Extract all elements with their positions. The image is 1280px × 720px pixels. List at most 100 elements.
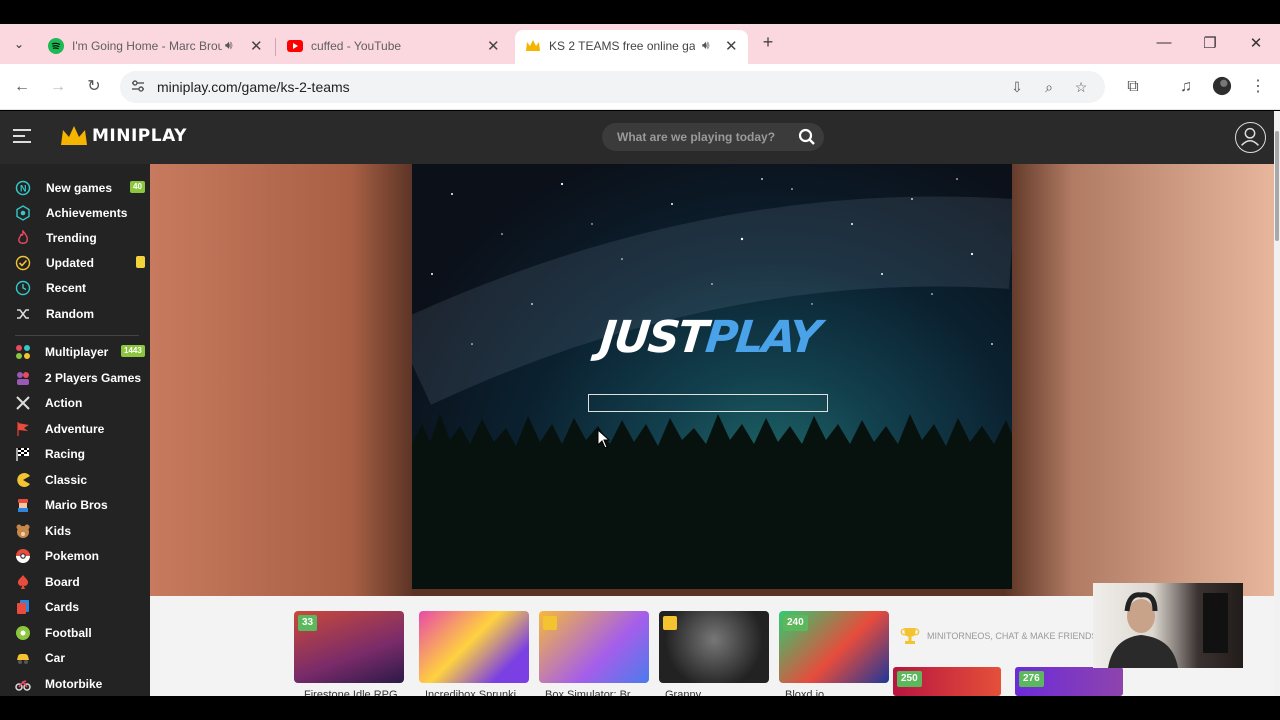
sidebar-item-trending[interactable]: Trending <box>0 227 150 251</box>
game-canvas[interactable]: JUSTPLAY <box>412 164 1012 589</box>
site-header: MINIPLAY What are we playing today? <box>0 111 1280 164</box>
scrollbar-thumb[interactable] <box>1275 131 1279 241</box>
hamburger-menu-icon[interactable] <box>13 129 31 145</box>
sidebar-item-classic[interactable]: Classic <box>0 469 150 493</box>
browser-tab-bar: ⌄ I'm Going Home - Marc Broussard 🔊︎ ✕ c… <box>0 24 1280 64</box>
updated-badge <box>136 256 145 268</box>
game-card-granny[interactable] <box>659 611 769 683</box>
site-settings-icon[interactable] <box>130 78 146 94</box>
site-search[interactable]: What are we playing today? <box>602 123 824 151</box>
spotify-icon <box>48 38 64 54</box>
extensions-puzzle-icon[interactable]: ⧉ <box>1122 76 1144 98</box>
classic-pacman-icon <box>17 473 30 487</box>
new-tab-button[interactable]: + <box>758 32 778 54</box>
sidebar-item-car[interactable]: Car <box>0 647 150 671</box>
minitorneo-card[interactable]: 276 <box>1015 667 1123 696</box>
sidebar-item-achievements[interactable]: Achievements <box>0 202 150 226</box>
tab-title: I'm Going Home - Marc Broussard <box>72 39 222 53</box>
game-card-bloxd[interactable]: 240 <box>779 611 889 683</box>
sidebar-item-label: Cards <box>45 600 80 614</box>
multiplayer-count-badge: 1443 <box>121 345 145 357</box>
minitorneo-card[interactable]: 250 <box>893 667 1001 696</box>
car-icon <box>17 654 29 664</box>
sidebar-item-adventure[interactable]: Adventure <box>0 418 150 442</box>
sidebar-item-label: Mario Bros <box>45 498 108 512</box>
tab-spotify[interactable]: I'm Going Home - Marc Broussard 🔊︎ ✕ <box>38 30 272 64</box>
forward-arrow-icon[interactable]: → <box>47 76 69 98</box>
sidebar-item-board[interactable]: Board <box>0 571 150 595</box>
forest-silhouette-image <box>412 414 1012 589</box>
user-icon <box>1241 127 1259 146</box>
sidebar-item-cards[interactable]: Cards <box>0 596 150 620</box>
zoom-icon[interactable]: ⌕ <box>1040 79 1058 97</box>
tab-miniplay[interactable]: KS 2 TEAMS free online game on Miniplay … <box>515 30 748 64</box>
sidebar-item-motorbike[interactable]: Motorbike <box>0 673 150 696</box>
tab-title: KS 2 TEAMS free online game on Miniplay <box>549 39 695 53</box>
profile-avatar-icon[interactable] <box>1211 76 1233 98</box>
sidebar-item-label: Pokemon <box>45 549 100 563</box>
pokeball-icon <box>16 549 30 563</box>
sidebar-item-pokemon[interactable]: Pokemon <box>0 545 150 569</box>
user-account-button[interactable] <box>1235 122 1266 153</box>
sidebar-item-label: 2 Players Games <box>45 371 142 385</box>
tab-title: cuffed - YouTube <box>311 39 402 53</box>
sidebar-item-recent[interactable]: Recent <box>0 277 150 301</box>
sidebar-item-label: Achievements <box>46 206 128 220</box>
sidebar-item-new-games[interactable]: N New games 40 <box>0 177 150 201</box>
recent-clock-icon <box>15 280 31 296</box>
sidebar-item-mario-bros[interactable]: Mario Bros <box>0 494 150 518</box>
reload-icon[interactable]: ↻ <box>83 76 105 98</box>
browser-toolbar: ← → ↻ miniplay.com/game/ks-2-teams ⇩ ⌕ ☆… <box>0 64 1280 110</box>
mario-icon <box>18 499 28 512</box>
tab-youtube[interactable]: cuffed - YouTube ✕ <box>277 30 511 64</box>
multiplayer-icon <box>16 345 30 359</box>
browser-menu-icon[interactable]: ⋮ <box>1247 76 1269 98</box>
sidebar-item-label: Kids <box>45 524 72 538</box>
new-icon: N <box>15 180 31 196</box>
restore-button[interactable]: ❐ <box>1200 34 1220 52</box>
media-control-icon[interactable]: ♫ <box>1175 76 1197 98</box>
sidebar-item-label: Racing <box>45 447 86 461</box>
page-scrollbar[interactable] <box>1274 111 1280 696</box>
webcam-overlay-image <box>1093 583 1243 668</box>
close-tab-icon[interactable]: ✕ <box>250 37 263 55</box>
close-tab-icon[interactable]: ✕ <box>725 37 738 55</box>
sidebar-item-label: Adventure <box>45 422 105 436</box>
sidebar-item-action[interactable]: Action <box>0 392 150 416</box>
bookmark-star-icon[interactable]: ☆ <box>1072 79 1090 97</box>
random-shuffle-icon <box>17 309 29 319</box>
sidebar-item-label: Football <box>45 626 92 640</box>
game-card-incredibox[interactable] <box>419 611 529 683</box>
install-app-icon[interactable]: ⇩ <box>1008 79 1026 97</box>
sidebar-item-2-players[interactable]: 2 Players Games <box>0 367 150 391</box>
sidebar-item-random[interactable]: Random <box>0 303 150 327</box>
tab-search-chevron-icon[interactable]: ⌄ <box>8 34 30 54</box>
adventure-flag-icon <box>17 422 29 436</box>
motorbike-icon <box>15 680 31 691</box>
player-count-badge: 250 <box>897 671 922 687</box>
sidebar-item-multiplayer[interactable]: Multiplayer 1443 <box>0 341 150 365</box>
sidebar-item-label: Classic <box>45 473 88 487</box>
new-count-badge: 40 <box>130 181 145 193</box>
back-arrow-icon[interactable]: ← <box>11 76 33 98</box>
minimize-button[interactable]: — <box>1154 34 1174 51</box>
close-tab-icon[interactable]: ✕ <box>487 37 500 55</box>
sidebar-item-football[interactable]: Football <box>0 622 150 646</box>
sidebar-item-label: Action <box>45 396 83 410</box>
game-card-firestone[interactable]: 33 <box>294 611 404 683</box>
sidebar-item-label: Motorbike <box>45 677 103 691</box>
address-bar[interactable]: miniplay.com/game/ks-2-teams ⇩ ⌕ ☆ <box>120 71 1105 103</box>
close-window-button[interactable]: ✕ <box>1246 34 1266 52</box>
logo-text: MINIPLAY <box>92 126 187 146</box>
miniplay-logo[interactable]: MINIPLAY <box>60 125 186 149</box>
sidebar-item-updated[interactable]: Updated <box>0 252 150 276</box>
sidebar: N New games 40 Achievements Trending Upd… <box>0 164 150 696</box>
search-icon[interactable] <box>798 128 816 146</box>
speaker-icon[interactable]: 🔊︎ <box>225 38 233 53</box>
game-card-box-simulator[interactable] <box>539 611 649 683</box>
sidebar-item-racing[interactable]: Racing <box>0 443 150 467</box>
speaker-icon[interactable]: 🔊︎ <box>702 38 710 53</box>
tab-divider <box>275 38 276 56</box>
sidebar-item-kids[interactable]: Kids <box>0 520 150 544</box>
crown-badge-icon <box>543 616 557 630</box>
